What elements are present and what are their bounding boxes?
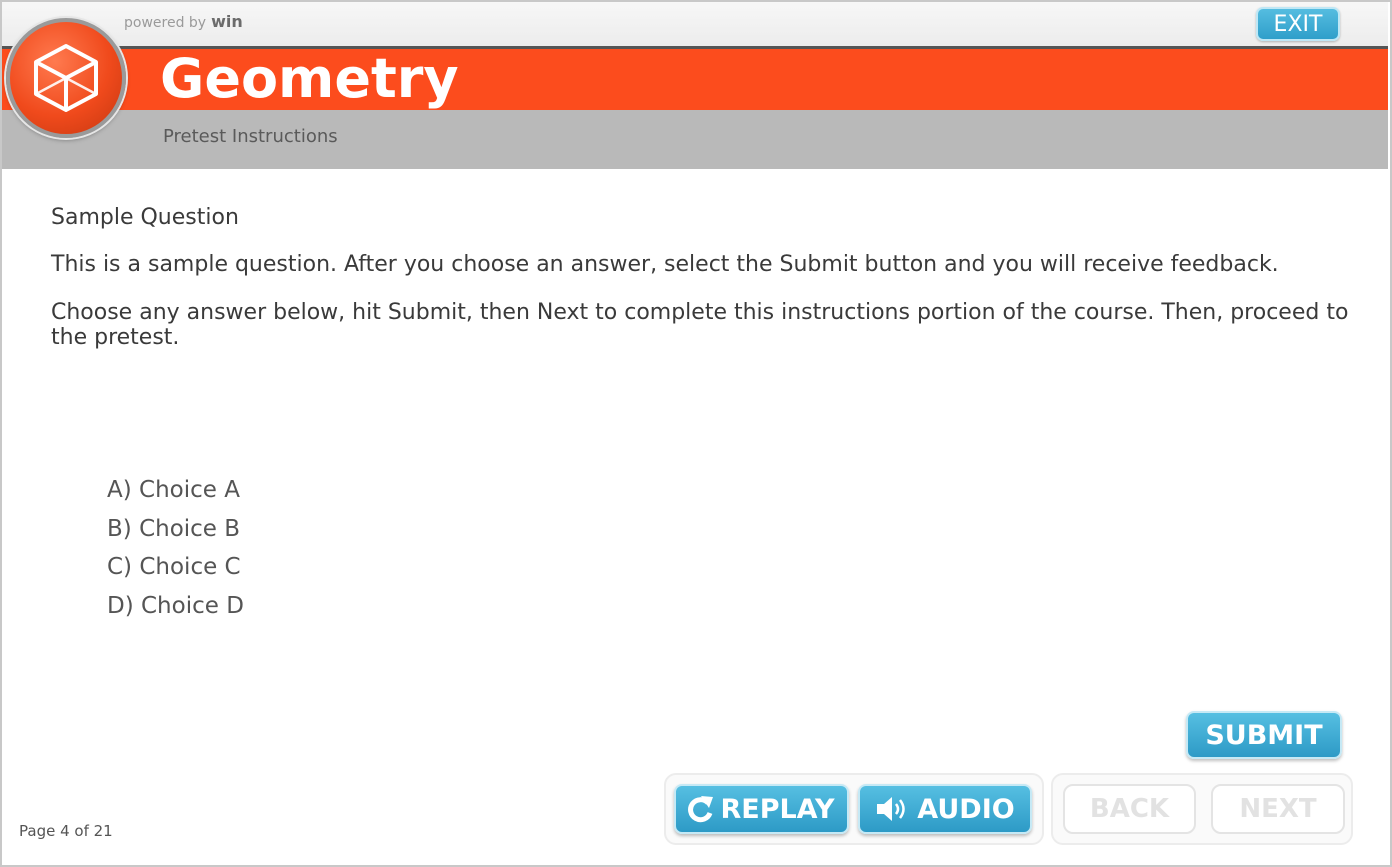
- instruction-paragraph-2: Choose any answer below, hit Submit, the…: [51, 300, 1349, 350]
- choice-c[interactable]: C) Choice C: [107, 553, 244, 592]
- replay-icon: [688, 796, 714, 823]
- course-logo: [6, 18, 126, 138]
- replay-label: REPLAY: [720, 793, 835, 825]
- section-title: Pretest Instructions: [163, 126, 338, 147]
- submit-button[interactable]: SUBMIT: [1186, 711, 1342, 759]
- back-button[interactable]: BACK: [1063, 784, 1196, 834]
- choice-a[interactable]: A) Choice A: [107, 476, 244, 515]
- page-indicator: Page 4 of 21: [19, 822, 113, 840]
- instruction-paragraph-1: This is a sample question. After you cho…: [51, 252, 1279, 277]
- choice-d[interactable]: D) Choice D: [107, 592, 244, 631]
- course-title: Geometry: [160, 46, 459, 110]
- exit-button[interactable]: EXIT: [1256, 7, 1340, 41]
- choice-b[interactable]: B) Choice B: [107, 515, 244, 554]
- question-content: Sample Question This is a sample questio…: [51, 205, 1351, 373]
- speaker-icon: [877, 797, 906, 821]
- powered-by-label: powered by: [124, 15, 207, 31]
- audio-label: AUDIO: [917, 793, 1015, 825]
- audio-button[interactable]: AUDIO: [858, 784, 1032, 834]
- cube-icon: [34, 44, 98, 112]
- question-title: Sample Question: [51, 205, 239, 230]
- powered-by: powered by win: [124, 12, 243, 31]
- brand-logo: win: [211, 12, 243, 31]
- replay-button[interactable]: REPLAY: [674, 784, 849, 834]
- answer-choices: A) Choice A B) Choice B C) Choice C D) C…: [107, 476, 244, 630]
- next-button[interactable]: NEXT: [1211, 784, 1345, 834]
